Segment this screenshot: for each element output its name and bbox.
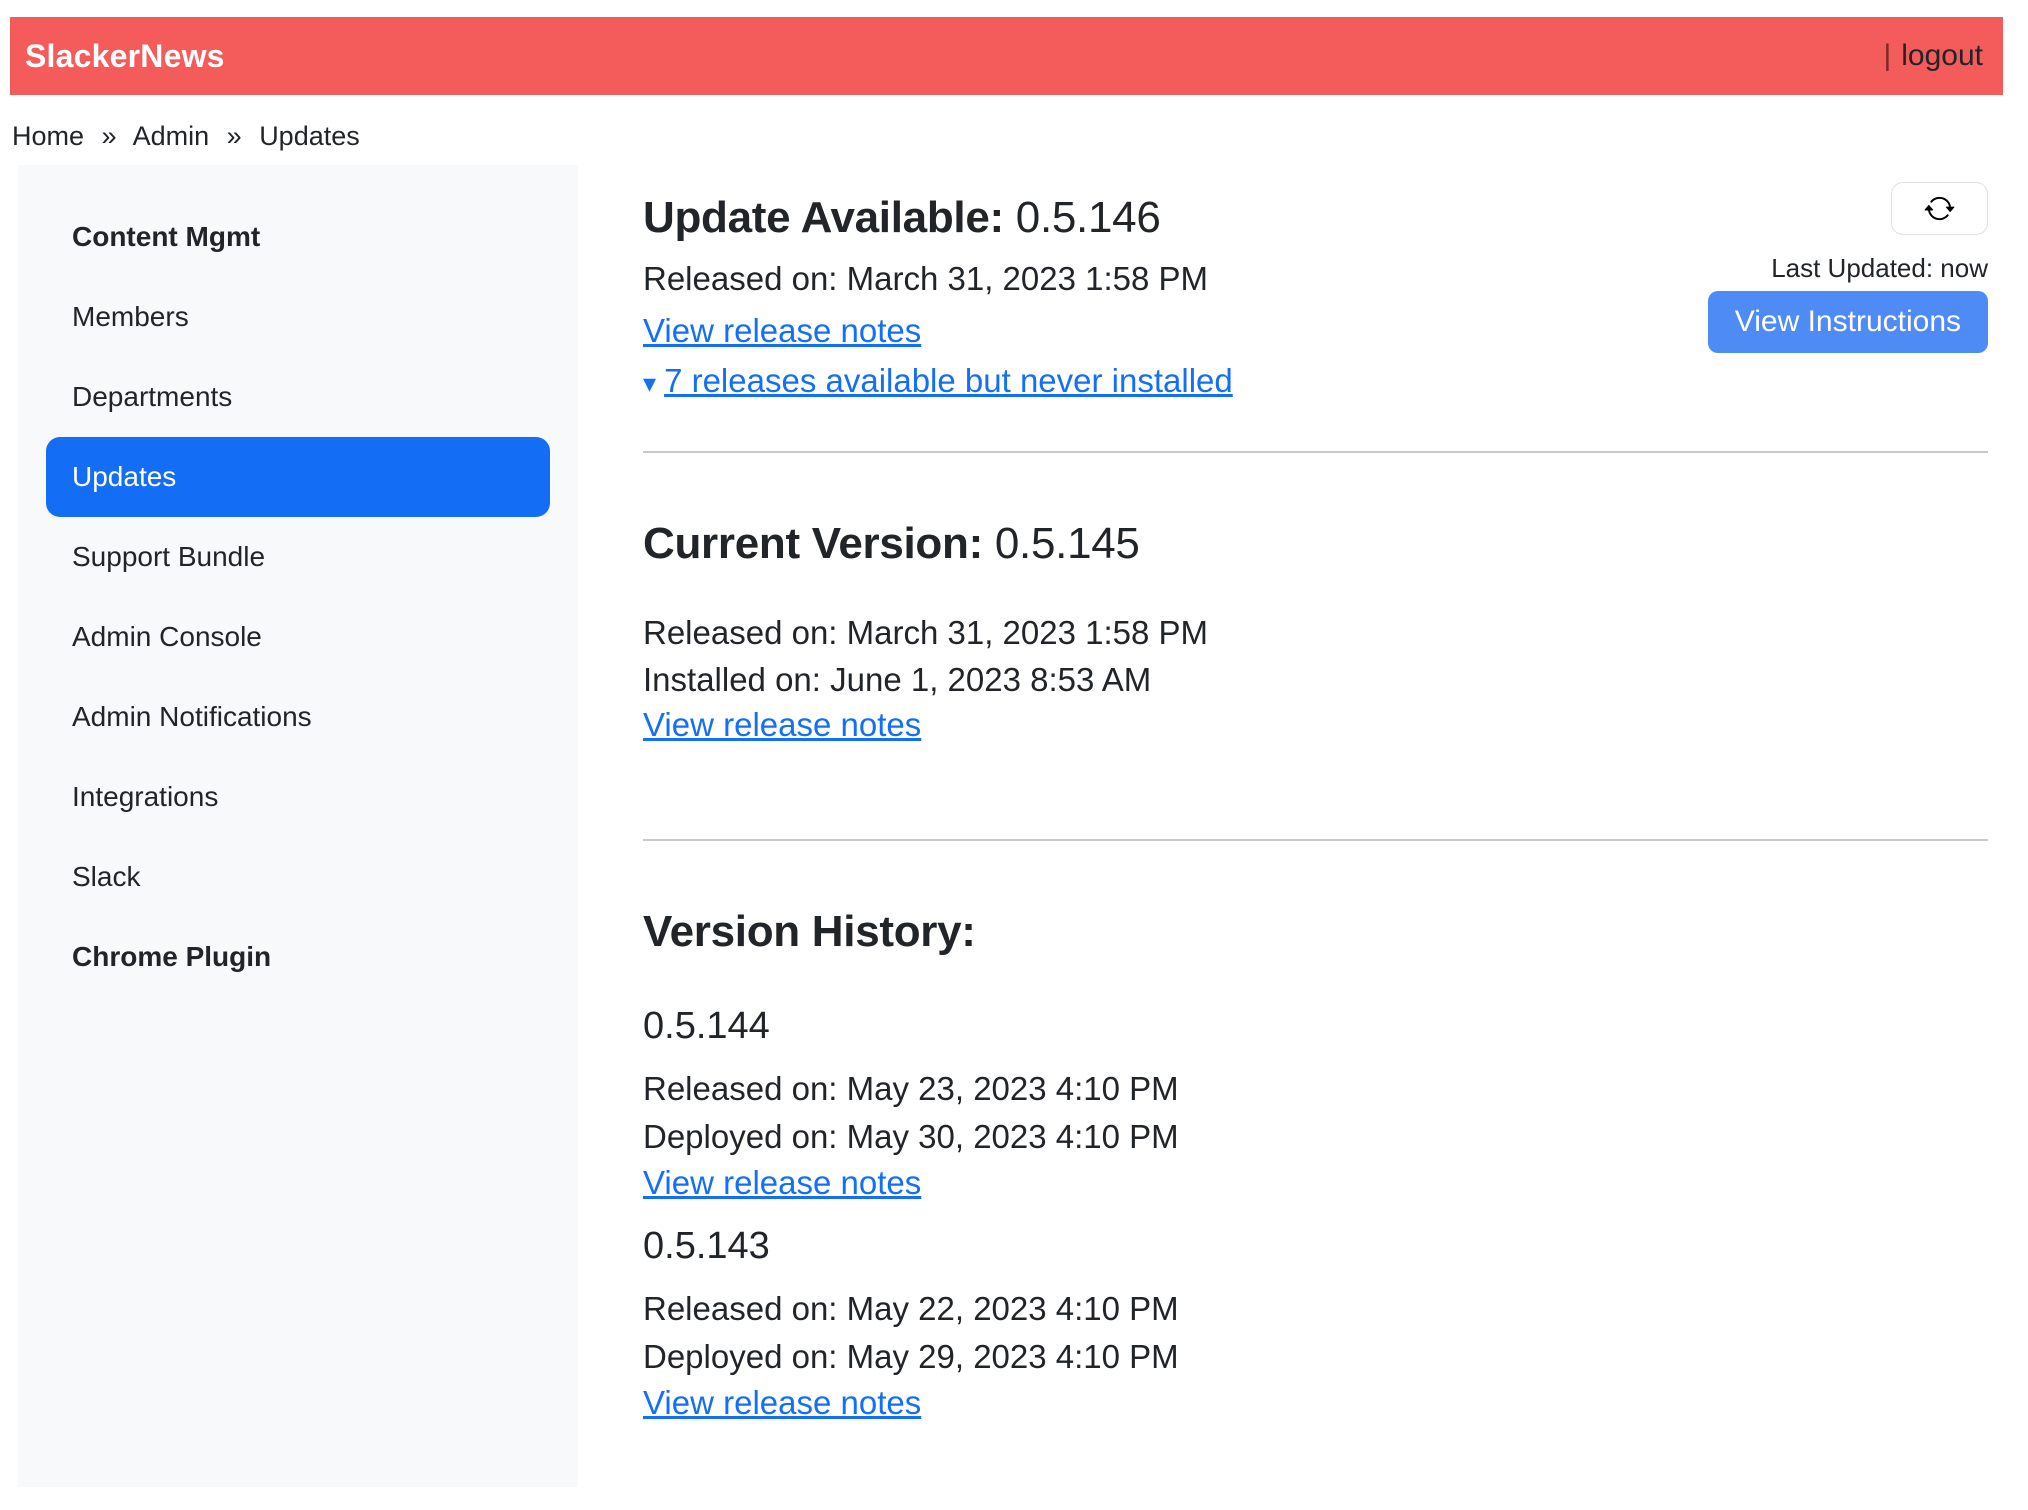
breadcrumb-admin[interactable]: Admin [133,121,210,151]
history-released-on: Released on: May 23, 2023 4:10 PM [643,1065,1988,1113]
sidebar-item-updates[interactable]: Updates [46,437,550,517]
sidebar-item-admin-console[interactable]: Admin Console [46,597,550,677]
breadcrumb: Home » Admin » Updates [12,118,2003,154]
sidebar-item-content-mgmt[interactable]: Content Mgmt [46,197,550,277]
history-version-number: 0.5.143 [643,1223,1988,1269]
refresh-icon [1924,193,1955,224]
refresh-button[interactable] [1891,182,1988,235]
main-content: Update Available: 0.5.146 Released on: M… [643,165,2003,1443]
sidebar-item-support-bundle[interactable]: Support Bundle [46,517,550,597]
logout-area: | logout [1883,39,1983,73]
logout-link[interactable]: logout [1901,39,1983,72]
history-deployed-on: Deployed on: May 30, 2023 4:10 PM [643,1113,1988,1161]
sidebar-item-chrome-plugin[interactable]: Chrome Plugin [46,917,550,997]
update-available-label: Update Available: [643,193,1004,242]
history-release-notes-link[interactable]: View release notes [643,1161,921,1205]
app-header: SlackerNews | logout [10,17,2003,95]
history-released-on: Released on: May 22, 2023 4:10 PM [643,1285,1988,1333]
breadcrumb-home[interactable]: Home [12,121,84,151]
update-available-title: Update Available: 0.5.146 [643,193,1233,243]
current-version-label: Current Version: [643,519,983,568]
breadcrumb-updates: Updates [259,121,360,151]
status-panel: Last Updated: now View Instructions [1708,182,1988,353]
sidebar-item-slack[interactable]: Slack [46,837,550,917]
page: SlackerNews | logout Home » Admin » Updat… [0,0,2028,1487]
sidebar-item-departments[interactable]: Departments [46,357,550,437]
releases-available-link[interactable]: 7 releases available but never installed [664,359,1233,403]
sidebar-item-admin-notifications[interactable]: Admin Notifications [46,677,550,757]
last-updated-text: Last Updated: now [1771,253,1988,283]
app-title: SlackerNews [25,38,225,75]
update-release-notes-link[interactable]: View release notes [643,309,921,353]
version-history-title: Version History: [643,907,1988,957]
current-released-on: Released on: March 31, 2023 1:58 PM [643,609,1988,656]
sidebar-item-integrations[interactable]: Integrations [46,757,550,837]
current-version-title: Current Version: 0.5.145 [643,519,1988,569]
update-available-info: Update Available: 0.5.146 Released on: M… [643,193,1233,405]
history-version-number: 0.5.144 [643,1003,1988,1049]
content-row: Content Mgmt Members Departments Updates… [10,165,2003,1487]
version-history-entry: 0.5.144 Released on: May 23, 2023 4:10 P… [643,1003,1988,1205]
sidebar: Content Mgmt Members Departments Updates… [18,165,578,1487]
view-instructions-button[interactable]: View Instructions [1708,291,1988,353]
current-installed-on: Installed on: June 1, 2023 8:53 AM [643,656,1988,703]
current-version-section: Current Version: 0.5.145 Released on: Ma… [643,453,1988,747]
breadcrumb-separator: » [102,121,117,151]
current-version-number: 0.5.145 [995,519,1140,568]
version-history-entry: 0.5.143 Released on: May 22, 2023 4:10 P… [643,1223,1988,1425]
releases-toggle-row: ▾ 7 releases available but never installe… [643,359,1233,405]
caret-down-icon[interactable]: ▾ [643,368,656,398]
version-history-section: Version History: 0.5.144 Released on: Ma… [643,841,1988,1425]
breadcrumb-separator: » [227,121,242,151]
history-release-notes-link[interactable]: View release notes [643,1381,921,1425]
history-deployed-on: Deployed on: May 29, 2023 4:10 PM [643,1333,1988,1381]
update-available-version: 0.5.146 [1016,193,1161,242]
update-available-section: Update Available: 0.5.146 Released on: M… [643,193,1988,405]
current-release-notes-link[interactable]: View release notes [643,703,921,747]
update-released-on: Released on: March 31, 2023 1:58 PM [643,257,1233,301]
logout-separator: | [1883,39,1891,72]
sidebar-item-members[interactable]: Members [46,277,550,357]
